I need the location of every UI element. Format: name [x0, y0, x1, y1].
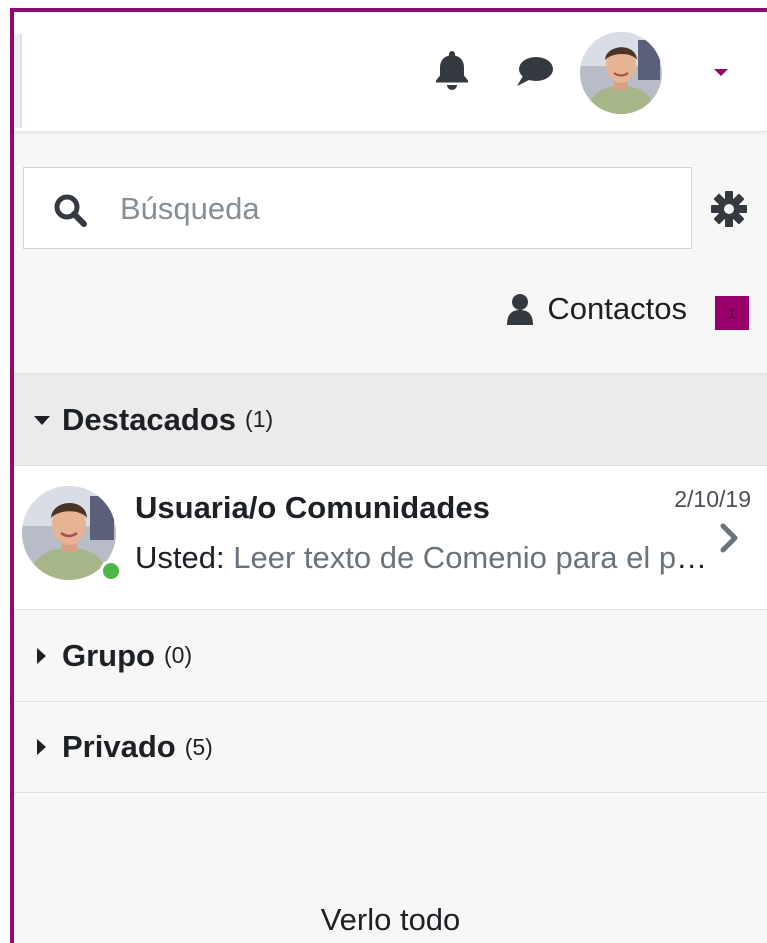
conversation-preview: Usted: Leer texto de Comenio para el pró…	[135, 540, 715, 576]
preview-text: Leer texto de Comenio para el próximo en…	[233, 540, 715, 575]
section-title: Privado	[62, 729, 176, 764]
conversation-date: 2/10/19	[674, 486, 751, 512]
online-status-indicator	[100, 560, 122, 582]
search-icon	[52, 192, 88, 228]
section-title: Grupo	[62, 637, 155, 673]
caret-right-icon	[32, 737, 52, 757]
preview-sender: Usted:	[135, 540, 225, 575]
user-avatar[interactable]	[580, 32, 662, 114]
caret-down-icon	[32, 410, 52, 430]
section-count: (1)	[245, 406, 274, 432]
caret-right-icon	[32, 646, 52, 666]
search-input[interactable]	[120, 182, 680, 236]
contacts-request-badge: 1	[715, 296, 749, 330]
section-toggle-starred[interactable]: Destacados (1)	[14, 373, 767, 465]
bell-icon[interactable]	[432, 48, 472, 92]
chat-bubble-icon[interactable]	[514, 54, 554, 88]
section-title: Destacados	[62, 401, 237, 437]
conversation-name: Usuaria/o Comunidades	[135, 490, 490, 525]
contacts-link[interactable]: Contactos	[505, 287, 687, 331]
message-drawer: Contactos 1 Destacados (1) Usuaria/o Com…	[14, 132, 767, 943]
person-icon	[505, 292, 535, 326]
gear-icon[interactable]	[710, 190, 748, 228]
section-toggle-group[interactable]: Grupo (0)	[14, 609, 767, 701]
chevron-right-icon	[718, 522, 740, 554]
caret-down-icon[interactable]	[711, 65, 731, 77]
navbar	[14, 12, 767, 132]
section-toggle-private[interactable]: Privado (5)	[14, 701, 767, 793]
view-all-link[interactable]: Verlo todo	[14, 902, 767, 938]
section-count: (5)	[184, 733, 213, 760]
page-edge	[0, 12, 10, 943]
section-count: (0)	[164, 642, 193, 668]
navbar-edge	[14, 34, 22, 128]
search-box[interactable]	[23, 167, 692, 249]
conversation-item[interactable]: Usuaria/o Comunidades 2/10/19 Usted: Lee…	[14, 465, 767, 609]
contacts-label: Contactos	[547, 291, 687, 326]
